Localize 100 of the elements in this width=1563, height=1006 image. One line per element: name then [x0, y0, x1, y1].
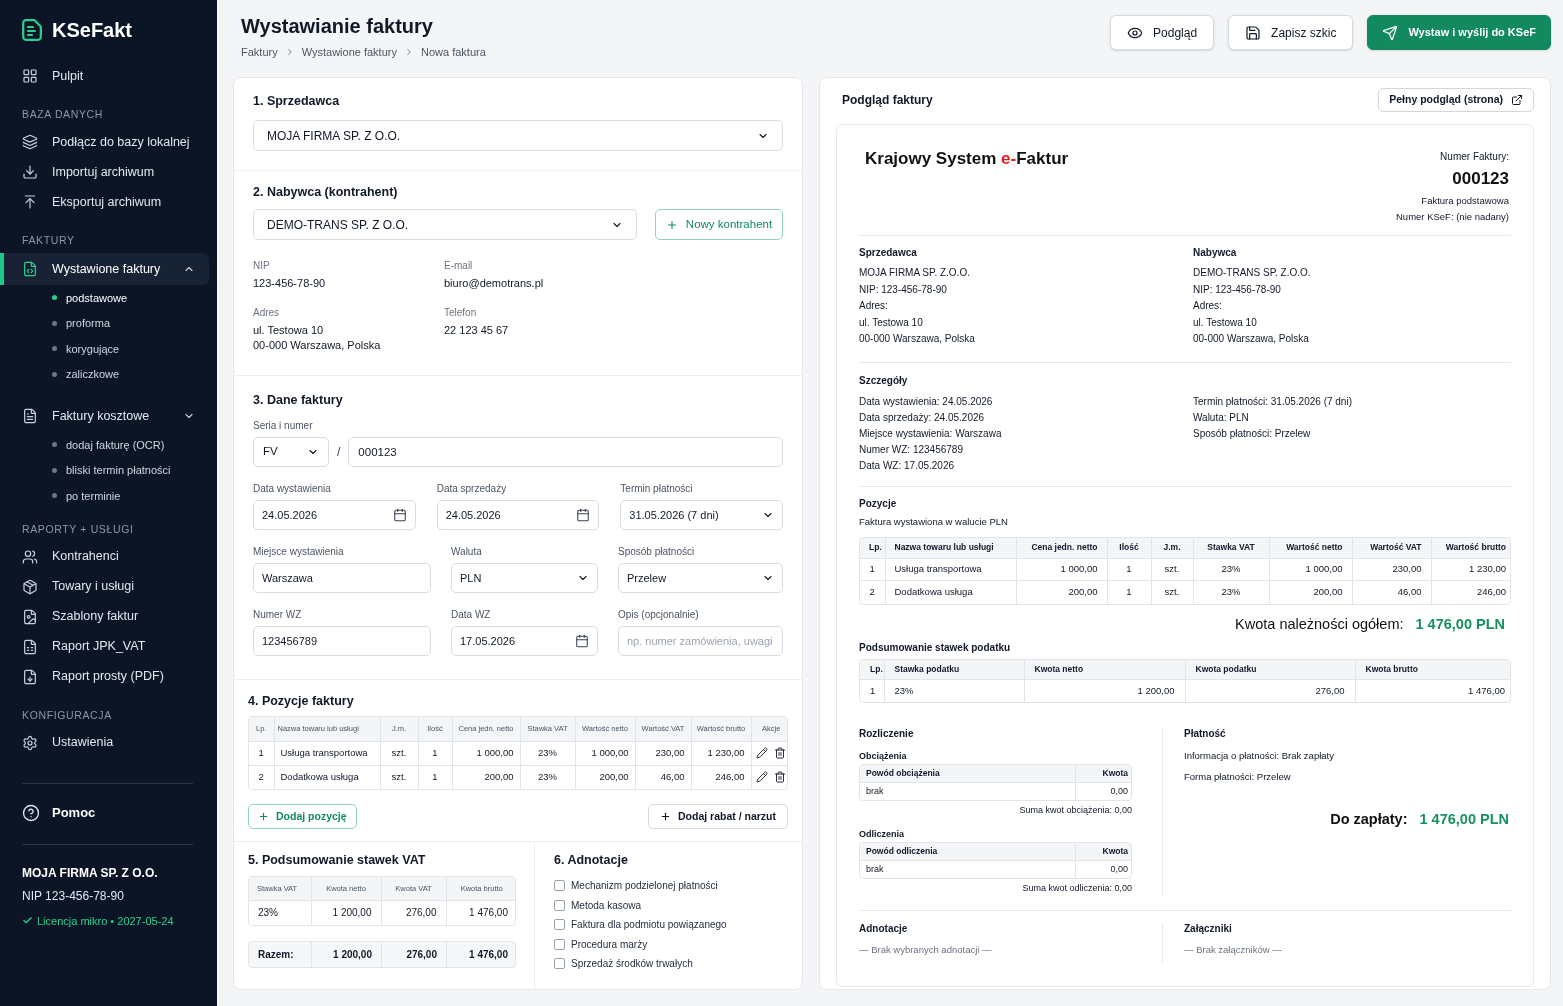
dropdown[interactable]: DEMO-TRANS SP. Z O.O. [253, 209, 637, 240]
nav-item[interactable]: Kontrahenci [0, 541, 209, 572]
nav-item[interactable]: Pulpit [0, 61, 209, 91]
date-field[interactable]: 24.05.2026 [436, 500, 600, 530]
document-icon [22, 408, 38, 424]
nav-item[interactable]: Ustawienia [0, 727, 209, 758]
date-field[interactable]: 24.05.2026 [253, 500, 416, 530]
breadcrumb-link[interactable]: Faktury [241, 45, 278, 59]
invoice-number: 000123 [1451, 169, 1509, 189]
nav-item[interactable]: Raport prosty (PDF) [0, 661, 209, 692]
table-cell: 1 200,00 [311, 942, 381, 967]
dropdown[interactable]: PLN [451, 563, 598, 593]
table-cell: 2 [249, 765, 274, 789]
nav-item[interactable]: Importuj archiwum [0, 157, 209, 187]
field-label: Miejsce wystawienia [253, 546, 345, 558]
table-cell: Usługa transportowa [885, 558, 1016, 581]
nav-subitem[interactable]: bliski termin płatności [0, 457, 217, 483]
checkbox-label[interactable]: Mechanizm podzielonej płatności [571, 878, 718, 894]
nav-subitem[interactable]: zaliczkowe [0, 361, 217, 387]
field-label: NIP [253, 260, 271, 272]
column-header: Kwota netto [1024, 659, 1185, 680]
trash-icon[interactable] [774, 771, 787, 784]
table-cell: 1 [418, 765, 452, 789]
nav-item[interactable]: Faktury kosztowe [0, 400, 209, 432]
checkbox[interactable] [554, 958, 565, 970]
nav-subitem[interactable]: podstawowe [0, 285, 217, 311]
nav-subitem[interactable]: po terminie [0, 483, 217, 509]
nav-subitem[interactable]: proforma [0, 310, 217, 336]
field-label: Opis (opcjonalnie) [618, 609, 700, 621]
bullet-icon [52, 320, 57, 326]
table-cell: 46,00 [635, 765, 691, 789]
pencil-icon[interactable] [756, 747, 769, 759]
section-heading: 1. Sprzedawca [253, 93, 341, 109]
checkbox-label[interactable]: Sprzedaż środków trwałych [571, 956, 693, 972]
table-cell: 2 [860, 580, 885, 604]
table-cell: Usługa transportowa [274, 741, 380, 765]
block-heading: Pozycje [859, 497, 898, 510]
company-name: MOJA FIRMA SP. Z O.O. [22, 864, 159, 881]
table-cell: szt. [380, 741, 418, 765]
discount-button[interactable]: Dodaj rabat / narzut [648, 804, 788, 829]
nav-subitem[interactable]: dodaj fakturę (OCR) [0, 432, 217, 458]
full-preview-button[interactable]: Pełny podgląd (strona) [1378, 88, 1534, 112]
checkbox-label[interactable]: Procedura marży [571, 936, 648, 952]
total-label: Kwota należności ogółem: [1235, 614, 1404, 634]
due-amount: 1 476,00 PLN [1419, 809, 1509, 829]
add-item-button[interactable]: Dodaj pozycję [248, 804, 357, 829]
field-label: Data WZ [451, 609, 492, 621]
bullet-icon [52, 295, 57, 301]
nav-item[interactable]: Podłącz do bazy lokalnej [0, 127, 209, 157]
nav-item[interactable]: Towary i usługi [0, 571, 209, 602]
pencil-icon[interactable] [756, 771, 769, 784]
text-field[interactable]: 123456789 [253, 626, 431, 656]
table-cell: 0,00 [1075, 782, 1131, 800]
sum-text: Suma kwot odliczenia: 0,00 [1021, 881, 1132, 894]
nav-item[interactable]: Szablony faktur [0, 601, 209, 632]
table-cell: 246,00 [691, 765, 751, 789]
text-field[interactable]: Warszawa [253, 563, 431, 593]
breadcrumb-link[interactable]: Wystawione faktury [301, 45, 397, 59]
date-field[interactable]: 17.05.2026 [451, 626, 598, 656]
sum-text: Suma kwot obciążenia: 0,00 [1018, 803, 1132, 816]
nav-item[interactable]: Pomoc [0, 797, 217, 828]
text-field[interactable]: 000123 [348, 437, 783, 467]
dropdown[interactable]: MOJA FIRMA SP. Z O.O. [253, 120, 783, 151]
nav-item[interactable]: Raport JPK_VAT [0, 631, 209, 662]
document-icon [22, 608, 38, 625]
action-button[interactable]: Zapisz szkic [1228, 15, 1354, 50]
field-label: Adres [253, 307, 281, 319]
send-button[interactable]: Wystaw i wyślij do KSeF [1367, 15, 1551, 50]
table-cell: 1 [860, 679, 884, 702]
table-cell: 230,00 [1352, 558, 1431, 581]
ksef-number: Numer KSeF: (nie nadany) [1396, 211, 1509, 223]
nav-subitem[interactable]: korygujące [0, 336, 217, 362]
trash-icon[interactable] [774, 747, 787, 759]
text-field[interactable]: np. numer zamówienia, uwagi [618, 626, 783, 656]
table-cell: 276,00 [1185, 679, 1355, 702]
table-cell: 23% [520, 765, 575, 789]
checkbox[interactable] [554, 899, 565, 911]
bullet-icon [52, 371, 57, 377]
new-contractor-button[interactable]: Nowy kontrahent [655, 209, 783, 240]
table-cell: 0,00 [1075, 860, 1131, 878]
payment-line: Forma płatności: Przelew [1184, 770, 1292, 783]
column-header: Powód obciążenia [860, 764, 1075, 783]
checkbox[interactable] [554, 938, 565, 950]
nav-item[interactable]: Wystawione faktury [0, 253, 209, 285]
checkbox[interactable] [554, 919, 565, 931]
column-header: Kwota brutto [1355, 659, 1510, 680]
checkbox-label[interactable]: Faktura dla podmiotu powiązanego [571, 917, 727, 933]
nav-item[interactable]: Eksportuj archiwum [0, 187, 209, 217]
column-header: Kwota [1075, 842, 1131, 861]
panel-title: Podgląd faktury [841, 92, 933, 109]
action-button[interactable]: Podgląd [1110, 15, 1215, 50]
checkbox-label[interactable]: Metoda kasowa [571, 897, 642, 913]
dropdown[interactable]: 31.05.2026 (7 dni) [620, 500, 783, 530]
dropdown[interactable]: FV [253, 437, 329, 467]
dropdown[interactable]: Przelew [618, 563, 783, 593]
bullet-icon [52, 346, 57, 352]
checkbox[interactable] [554, 880, 565, 892]
arrow-up-icon [22, 194, 38, 210]
section-heading: 2. Nabywca (kontrahent) [253, 184, 399, 200]
section-heading: 5. Podsumowanie stawek VAT [248, 852, 427, 868]
